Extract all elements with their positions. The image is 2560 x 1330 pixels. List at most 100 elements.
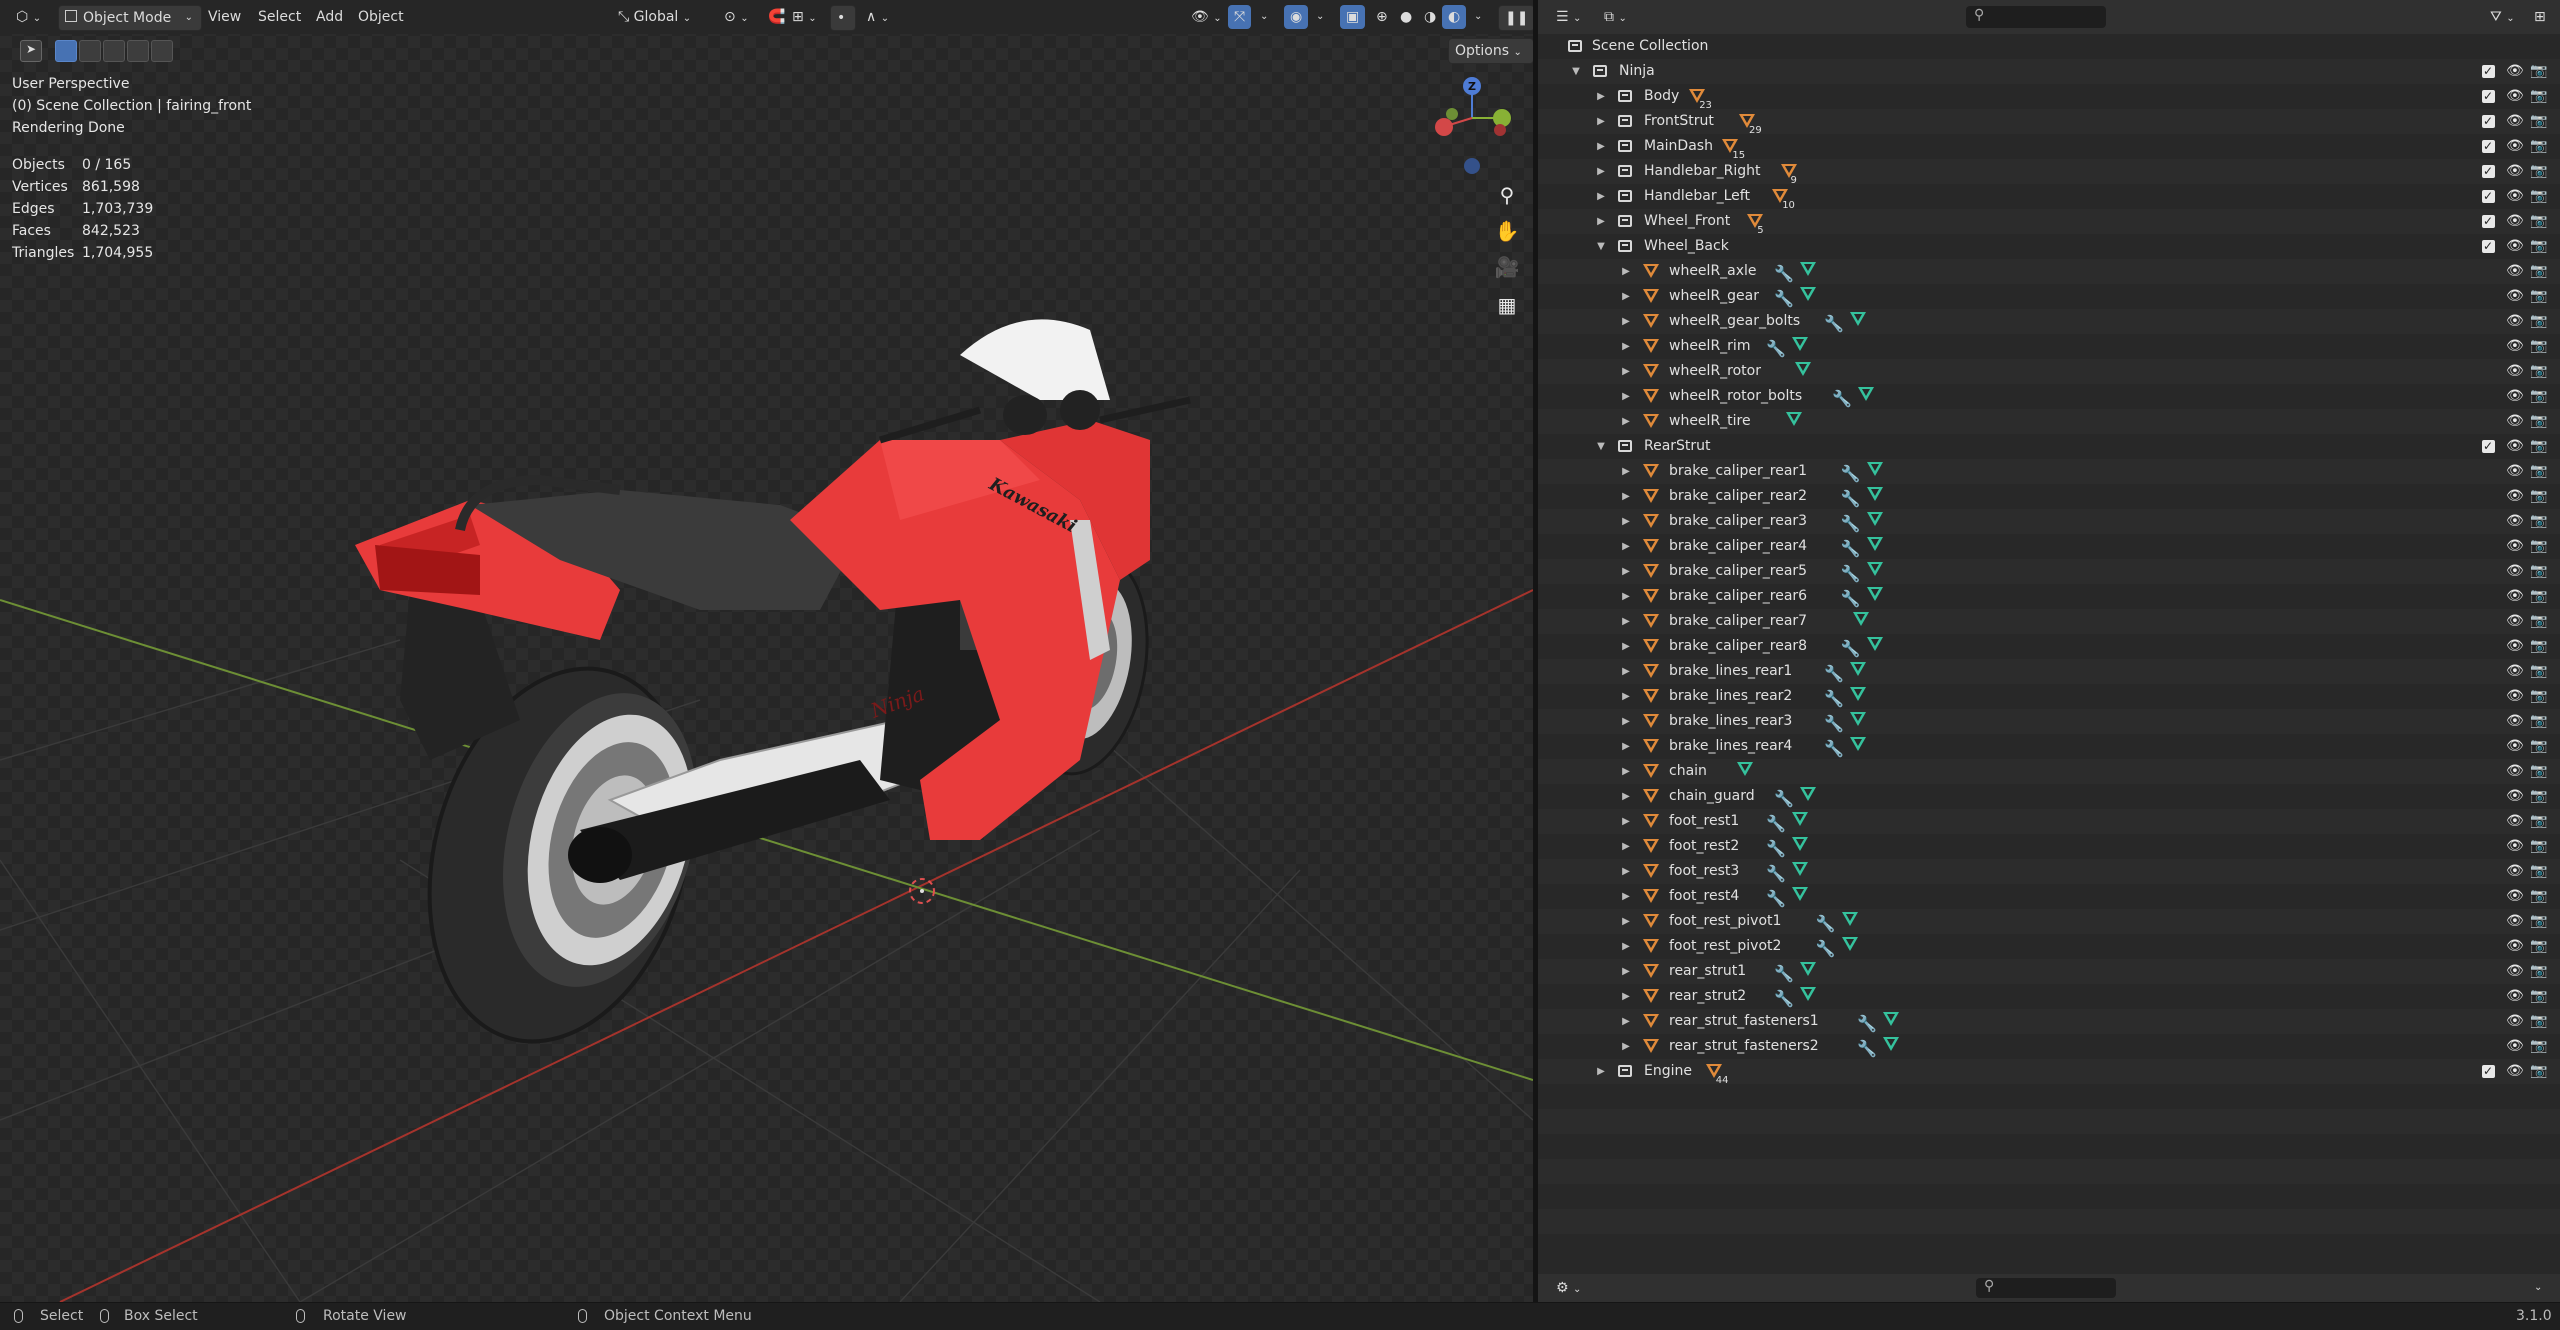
modifier-wrench-icon[interactable]: 🔧 (1824, 311, 1844, 336)
outliner-row[interactable]: ▶ brake_lines_rear3 🔧 👁 📷 (1538, 709, 2560, 734)
new-collection-icon[interactable]: ⊞ (2528, 5, 2552, 29)
expanded-arrow-icon[interactable]: ▼ (1571, 59, 1581, 84)
modifier-wrench-icon[interactable]: 🔧 (1766, 861, 1786, 886)
navigation-gizmo[interactable]: Z (1428, 70, 1518, 180)
collapsed-arrow-icon[interactable]: ▶ (1621, 834, 1631, 859)
modifier-wrench-icon[interactable]: 🔧 (1841, 536, 1861, 561)
visibility-eye-icon[interactable]: 👁 (2506, 384, 2524, 409)
visibility-eye-button[interactable]: 👁 ⌄ (1185, 5, 1228, 29)
visibility-eye-icon[interactable]: 👁 (2506, 159, 2524, 184)
outliner-row[interactable]: ▶ brake_caliper_rear4 🔧 👁 📷 (1538, 534, 2560, 559)
mesh-data-icon[interactable] (1883, 1012, 1900, 1026)
3d-viewport[interactable]: Kawasaki Ninja ⬡ ⌄ Object Mode ⌄ View Se… (0, 0, 1533, 1302)
visibility-eye-icon[interactable]: 👁 (2506, 684, 2524, 709)
outliner-row[interactable]: ▶ brake_caliper_rear5 🔧 👁 📷 (1538, 559, 2560, 584)
collapsed-arrow-icon[interactable]: ▶ (1596, 209, 1606, 234)
collapsed-arrow-icon[interactable]: ▶ (1621, 809, 1631, 834)
mesh-data-icon[interactable] (1794, 362, 1811, 376)
collapsed-arrow-icon[interactable]: ▶ (1621, 509, 1631, 534)
pan-hand-icon[interactable]: ✋ (1492, 216, 1522, 246)
render-camera-icon[interactable]: 📷 (2530, 884, 2547, 909)
mesh-data-icon[interactable] (1792, 812, 1808, 826)
expanded-arrow-icon[interactable]: ▼ (1596, 234, 1606, 259)
outliner-row[interactable]: ▶ wheelR_rotor 👁 📷 (1538, 359, 2560, 384)
outliner-row[interactable]: ▶ rear_strut2 🔧 👁 📷 (1538, 984, 2560, 1009)
render-camera-icon[interactable]: 📷 (2530, 934, 2547, 959)
mesh-data-icon[interactable] (1850, 712, 1867, 726)
render-camera-icon[interactable]: 📷 (2530, 184, 2547, 209)
modifier-wrench-icon[interactable]: 🔧 (1841, 636, 1861, 661)
collapsed-arrow-icon[interactable]: ▶ (1621, 384, 1631, 409)
exclude-checkbox[interactable] (2482, 1059, 2495, 1084)
visibility-eye-icon[interactable]: 👁 (2506, 834, 2524, 859)
visibility-eye-icon[interactable]: 👁 (2506, 309, 2524, 334)
modifier-wrench-icon[interactable]: 🔧 (1857, 1036, 1877, 1061)
visibility-eye-icon[interactable]: 👁 (2506, 584, 2524, 609)
outliner-row[interactable]: ▶ foot_rest2 🔧 👁 📷 (1538, 834, 2560, 859)
outliner-row[interactable]: ▶ brake_lines_rear4 🔧 👁 📷 (1538, 734, 2560, 759)
outliner-panel[interactable]: ☰ ⌄ ⧉ ⌄ ⚲ ⛛ ⌄ ⊞ Scene Collection▼Ninja👁📷… (1538, 0, 2560, 1302)
render-camera-icon[interactable]: 📷 (2530, 659, 2547, 684)
collapsed-arrow-icon[interactable]: ▶ (1621, 634, 1631, 659)
gizmo-toggle[interactable]: ⤧ (1228, 5, 1252, 29)
visibility-eye-icon[interactable]: 👁 (2506, 934, 2524, 959)
visibility-eye-icon[interactable]: 👁 (2506, 759, 2524, 784)
shading-options[interactable]: ⌄ (1468, 5, 1488, 29)
collapsed-arrow-icon[interactable]: ▶ (1621, 309, 1631, 334)
visibility-eye-icon[interactable]: 👁 (2506, 609, 2524, 634)
render-camera-icon[interactable]: 📷 (2530, 734, 2547, 759)
outliner-row-scene-collection[interactable]: Scene Collection (1538, 34, 2560, 59)
render-camera-icon[interactable]: 📷 (2530, 159, 2547, 184)
outliner-row[interactable]: ▶ foot_rest_pivot1 🔧 👁 📷 (1538, 909, 2560, 934)
collapsed-arrow-icon[interactable]: ▶ (1621, 759, 1631, 784)
mesh-data-icon[interactable] (1866, 512, 1883, 526)
outliner-row[interactable]: ▶ brake_caliper_rear1 🔧 👁 📷 (1538, 459, 2560, 484)
mesh-data-icon[interactable] (1792, 837, 1808, 851)
collapsed-arrow-icon[interactable]: ▶ (1621, 959, 1631, 984)
zoom-icon[interactable]: ⚲ (1492, 180, 1522, 210)
collapsed-arrow-icon[interactable]: ▶ (1621, 934, 1631, 959)
outliner-row[interactable]: ▶ wheelR_tire 👁 📷 (1538, 409, 2560, 434)
mesh-data-icon[interactable] (1792, 887, 1808, 901)
menu-view[interactable]: View (202, 5, 247, 29)
visibility-eye-icon[interactable]: 👁 (2506, 659, 2524, 684)
modifier-wrench-icon[interactable]: 🔧 (1766, 336, 1786, 361)
render-camera-icon[interactable]: 📷 (2530, 284, 2547, 309)
expanded-arrow-icon[interactable]: ▼ (1596, 434, 1606, 459)
mesh-data-icon[interactable] (1736, 762, 1753, 776)
visibility-eye-icon[interactable]: 👁 (2506, 709, 2524, 734)
render-camera-icon[interactable]: 📷 (2530, 584, 2547, 609)
outliner-row[interactable]: ▶ brake_caliper_rear3 🔧 👁 📷 (1538, 509, 2560, 534)
visibility-eye-icon[interactable]: 👁 (2506, 1034, 2524, 1059)
pause-render-button[interactable]: ❚❚ (1498, 5, 1533, 31)
mesh-data-icon[interactable] (1792, 862, 1808, 876)
render-camera-icon[interactable]: 📷 (2530, 509, 2547, 534)
visibility-eye-icon[interactable]: 👁 (2506, 509, 2524, 534)
collapsed-arrow-icon[interactable]: ▶ (1621, 459, 1631, 484)
render-camera-icon[interactable]: 📷 (2530, 634, 2547, 659)
shading-solid[interactable]: ● (1394, 5, 1418, 29)
transform-orientation-dropdown[interactable]: ⤡ Global ⌄ (612, 5, 714, 29)
mesh-data-icon[interactable] (1800, 987, 1817, 1001)
modifier-wrench-icon[interactable]: 🔧 (1816, 911, 1836, 936)
outliner-row[interactable]: ▶Body23👁📷 (1538, 84, 2560, 111)
modifier-wrench-icon[interactable]: 🔧 (1766, 836, 1786, 861)
exclude-checkbox[interactable] (2482, 59, 2495, 84)
mesh-data-icon[interactable] (1866, 487, 1883, 501)
outliner-editor-type-button[interactable]: ☰ ⌄ (1550, 5, 1587, 29)
mesh-data-icon[interactable] (1866, 637, 1883, 651)
mesh-data-icon[interactable] (1850, 662, 1867, 676)
outliner-row[interactable]: ▶ brake_caliper_rear7 👁 📷 (1538, 609, 2560, 634)
render-camera-icon[interactable]: 📷 (2530, 234, 2547, 259)
options-dropdown[interactable]: Options ⌄ (1448, 38, 1533, 64)
outliner-row[interactable]: ▶ rear_strut1 🔧 👁 📷 (1538, 959, 2560, 984)
render-camera-icon[interactable]: 📷 (2530, 784, 2547, 809)
collapsed-arrow-icon[interactable]: ▶ (1596, 159, 1606, 184)
outliner-row[interactable]: ▶ brake_lines_rear1 🔧 👁 📷 (1538, 659, 2560, 684)
modifier-wrench-icon[interactable]: 🔧 (1824, 711, 1844, 736)
visibility-eye-icon[interactable]: 👁 (2506, 409, 2524, 434)
render-camera-icon[interactable]: 📷 (2530, 59, 2547, 84)
mesh-data-icon[interactable] (1850, 687, 1867, 701)
render-camera-icon[interactable]: 📷 (2530, 834, 2547, 859)
outliner-row[interactable]: ▶Wheel_Front5👁📷 (1538, 209, 2560, 236)
